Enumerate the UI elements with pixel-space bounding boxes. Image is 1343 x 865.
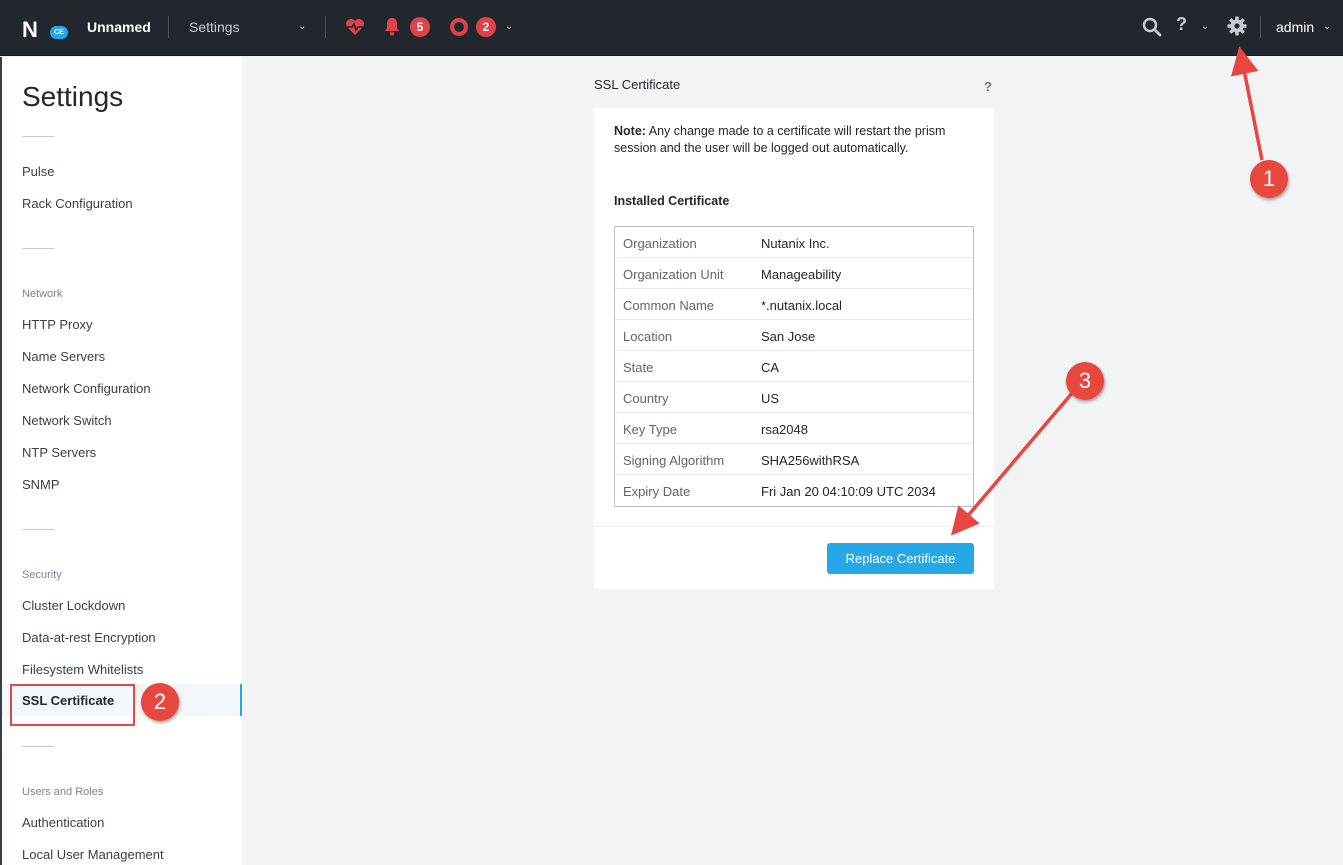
sidebar-item-network-configuration[interactable]: Network Configuration xyxy=(22,381,151,396)
table-row: Organization Nutanix Inc. xyxy=(615,227,973,258)
card-footer-divider xyxy=(594,526,994,527)
cert-field-label: Signing Algorithm xyxy=(623,453,725,468)
cert-field-value: Nutanix Inc. xyxy=(761,236,830,251)
sidebar-item-pulse[interactable]: Pulse xyxy=(22,164,55,179)
note-text: Any change made to a certificate will re… xyxy=(614,124,946,155)
cert-field-label: Country xyxy=(623,391,669,406)
table-row: Location San Jose xyxy=(615,320,973,351)
cert-field-value: SHA256withRSA xyxy=(761,453,860,468)
cert-field-label: State xyxy=(623,360,654,375)
cert-field-label: Key Type xyxy=(623,422,677,437)
note-label: Note: xyxy=(614,124,646,138)
table-row: Country US xyxy=(615,382,973,413)
nutanix-logo[interactable]: N CE xyxy=(22,14,68,42)
sidebar-item-rack-configuration[interactable]: Rack Configuration xyxy=(22,196,133,211)
cluster-name[interactable]: Unnamed xyxy=(87,19,151,35)
sidebar-group-security: Security xyxy=(22,569,62,581)
help-icon[interactable]: ? xyxy=(984,79,992,94)
sidebar-item-ntp-servers[interactable]: NTP Servers xyxy=(22,445,96,460)
sidebar-separator xyxy=(22,136,54,137)
table-row: Organization Unit Manageability xyxy=(615,258,973,289)
ssl-certificate-card: Note: Any change made to a certificate w… xyxy=(594,108,994,589)
cert-field-value: Fri Jan 20 04:10:09 UTC 2034 xyxy=(761,484,936,499)
panel-title: SSL Certificate xyxy=(594,77,681,92)
topbar-divider xyxy=(1260,16,1261,38)
sidebar-separator xyxy=(22,248,54,249)
cert-field-value: US xyxy=(761,391,780,406)
table-row: Common Name *.nutanix.local xyxy=(615,289,973,320)
table-row: Signing Algorithm SHA256withRSA xyxy=(615,444,973,475)
annotation-marker-2: 2 xyxy=(141,683,179,721)
gear-icon[interactable] xyxy=(1227,16,1247,36)
sidebar-group-users-and-roles: Users and Roles xyxy=(22,786,104,798)
sidebar-item-local-user-management[interactable]: Local User Management xyxy=(22,847,164,862)
cert-field-label: Common Name xyxy=(623,298,715,313)
top-navigation-bar: N CE Unnamed Settings ⌄ 5 2 ⌄ ? ⌄ admin … xyxy=(0,0,1343,56)
cert-field-value: Manageability xyxy=(761,267,842,282)
sidebar-item-name-servers[interactable]: Name Servers xyxy=(22,349,105,364)
chevron-down-icon[interactable]: ⌄ xyxy=(1201,21,1209,32)
sidebar-item-http-proxy[interactable]: HTTP Proxy xyxy=(22,317,93,332)
topbar-divider xyxy=(168,16,169,38)
annotation-arrow-1 xyxy=(1231,46,1264,161)
certificate-details-table: Organization Nutanix Inc. Organization U… xyxy=(614,226,974,507)
user-menu[interactable]: admin xyxy=(1276,19,1314,35)
sidebar-item-data-at-rest-encryption[interactable]: Data-at-rest Encryption xyxy=(22,630,156,645)
cert-field-label: Location xyxy=(623,329,673,344)
cert-field-value: CA xyxy=(761,360,780,375)
health-icon[interactable] xyxy=(344,16,366,38)
sidebar-item-network-switch[interactable]: Network Switch xyxy=(22,413,112,428)
sidebar-item-filesystem-whitelists[interactable]: Filesystem Whitelists xyxy=(22,662,143,677)
events-count-badge[interactable]: 2 xyxy=(476,17,496,37)
sidebar-separator xyxy=(22,746,54,747)
installed-certificate-heading: Installed Certificate xyxy=(614,194,730,208)
sidebar-item-authentication[interactable]: Authentication xyxy=(22,815,104,830)
topbar-divider xyxy=(325,16,326,38)
cert-field-label: Organization Unit xyxy=(623,267,724,282)
events-icon[interactable] xyxy=(450,18,468,36)
cert-field-value: *.nutanix.local xyxy=(761,298,842,313)
view-selector[interactable]: Settings xyxy=(189,19,240,35)
chevron-down-icon[interactable]: ⌄ xyxy=(505,21,513,32)
sidebar-item-snmp[interactable]: SNMP xyxy=(22,477,60,492)
chevron-down-icon[interactable]: ⌄ xyxy=(1323,21,1331,32)
alerts-count-badge[interactable]: 5 xyxy=(410,17,430,37)
table-row: Expiry Date Fri Jan 20 04:10:09 UTC 2034 xyxy=(615,475,973,506)
cert-field-label: Organization xyxy=(623,236,697,251)
annotation-marker-3: 3 xyxy=(1066,362,1104,400)
table-row: State CA xyxy=(615,351,973,382)
logo-letter: N xyxy=(22,17,38,42)
replace-certificate-button[interactable]: Replace Certificate xyxy=(827,543,974,574)
chevron-down-icon[interactable]: ⌄ xyxy=(298,21,306,32)
cert-field-label: Expiry Date xyxy=(623,484,691,499)
help-icon[interactable]: ? xyxy=(1176,14,1187,35)
bell-icon[interactable] xyxy=(383,16,401,36)
table-row: Key Type rsa2048 xyxy=(615,413,973,444)
restart-note: Note: Any change made to a certificate w… xyxy=(614,123,974,157)
logo-edition-badge: CE xyxy=(50,26,68,39)
settings-sidebar: Settings Pulse Rack Configuration Networ… xyxy=(0,57,242,865)
cert-field-value: rsa2048 xyxy=(761,422,808,437)
annotation-highlight-box xyxy=(10,684,135,726)
cert-field-value: San Jose xyxy=(761,329,816,344)
annotation-marker-1: 1 xyxy=(1250,160,1288,198)
sidebar-title: Settings xyxy=(22,81,124,112)
sidebar-group-network: Network xyxy=(22,288,63,300)
search-icon[interactable] xyxy=(1142,17,1162,37)
sidebar-item-cluster-lockdown[interactable]: Cluster Lockdown xyxy=(22,598,125,613)
sidebar-separator xyxy=(22,529,54,530)
